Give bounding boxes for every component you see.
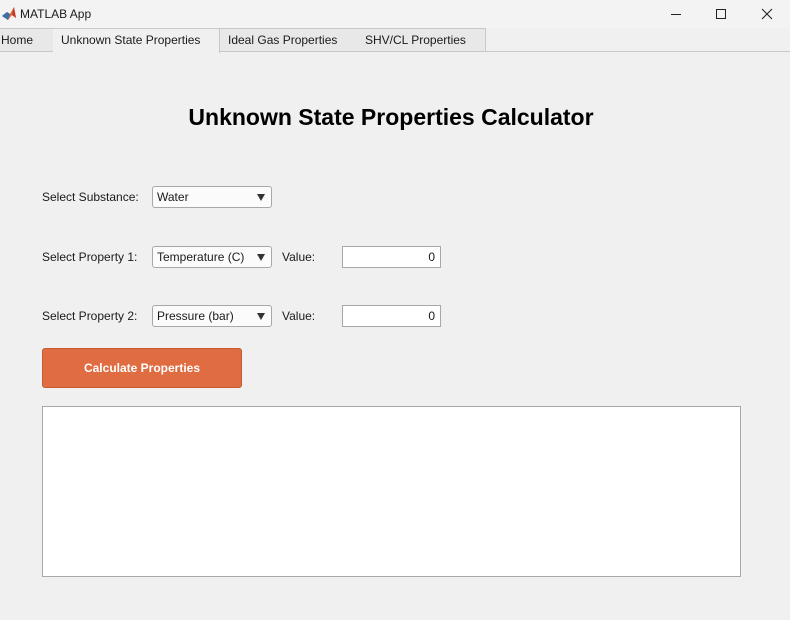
window-title: MATLAB App (20, 7, 92, 21)
tab-unknown-state-properties[interactable]: Unknown State Properties (53, 28, 220, 53)
property1-selected-value: Temperature (C) (157, 250, 245, 264)
property2-selected-value: Pressure (bar) (157, 309, 234, 323)
page-title: Unknown State Properties Calculator (188, 104, 594, 130)
property2-value-field[interactable]: 0 (342, 305, 441, 327)
substance-selected-value: Water (157, 190, 189, 204)
close-icon (761, 8, 773, 20)
maximize-button[interactable] (698, 0, 744, 28)
title-bar: MATLAB App (0, 0, 790, 28)
property2-value-label: Value: (282, 309, 316, 323)
property1-dropdown[interactable]: Temperature (C) (152, 246, 272, 268)
property2-label: Select Property 2: (42, 309, 138, 323)
chevron-down-icon (257, 313, 265, 320)
minimize-button[interactable] (653, 0, 699, 28)
maximize-icon (716, 9, 726, 19)
calculate-properties-button[interactable]: Calculate Properties (42, 348, 242, 388)
tab-ideal-gas-properties[interactable]: Ideal Gas Properties (220, 28, 358, 52)
property1-value-field[interactable]: 0 (342, 246, 441, 268)
tab-home[interactable]: Home (0, 28, 54, 52)
property2-dropdown[interactable]: Pressure (bar) (152, 305, 272, 327)
chevron-down-icon (257, 194, 265, 201)
results-output-area[interactable] (42, 406, 741, 577)
tab-shv-cl-properties[interactable]: SHV/CL Properties (357, 28, 486, 52)
minimize-icon (671, 14, 681, 15)
close-button[interactable] (744, 0, 790, 28)
substance-dropdown[interactable]: Water (152, 186, 272, 208)
substance-label: Select Substance: (42, 190, 139, 204)
matlab-logo-icon (1, 6, 17, 22)
property1-value-label: Value: (282, 250, 316, 264)
property1-label: Select Property 1: (42, 250, 138, 264)
chevron-down-icon (257, 254, 265, 261)
tab-bar: Home Unknown State Properties Ideal Gas … (0, 28, 790, 53)
